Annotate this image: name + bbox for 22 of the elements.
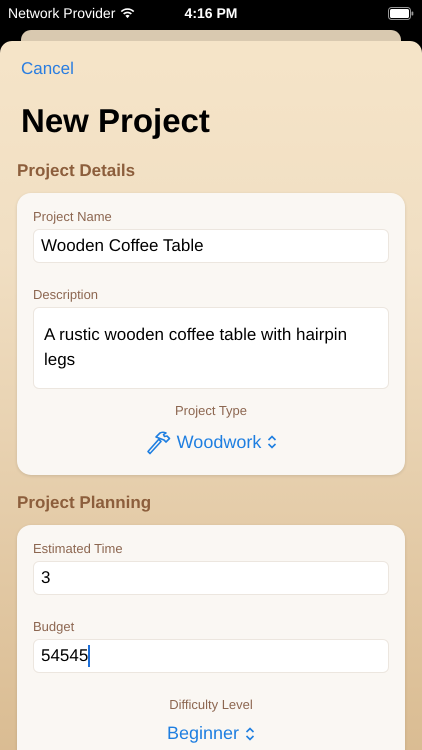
carrier-name: Network Provider [8,5,116,21]
section-header: Project Planning [17,493,152,513]
field-label: Budget [33,619,76,634]
page-title: New Project [21,101,211,141]
chevron-updown-icon [267,435,278,449]
picker-label: Difficulty Level [168,697,254,712]
input-field[interactable]: Wooden Coffee Table [33,229,389,263]
field-label: Estimated Time [33,541,124,556]
status-time: 4:16 PM [184,5,238,21]
text-area[interactable]: A rustic wooden coffee table with hairpin legs [33,307,389,389]
field-label: Project Name [33,209,113,224]
section-header: Project Details [17,161,136,181]
picker-button[interactable]: Woodwork [140,427,282,457]
battery-icon [388,6,414,20]
wifi-icon [119,7,136,19]
chevron-updown-icon [245,726,256,740]
input-field[interactable]: 54545 [33,639,389,673]
field-label: Description [33,287,100,302]
picker-label: Project Type [174,403,248,418]
hammer-icon [144,429,171,455]
picker-button[interactable]: Beginner [162,721,260,746]
input-field[interactable]: 3 [33,561,389,595]
